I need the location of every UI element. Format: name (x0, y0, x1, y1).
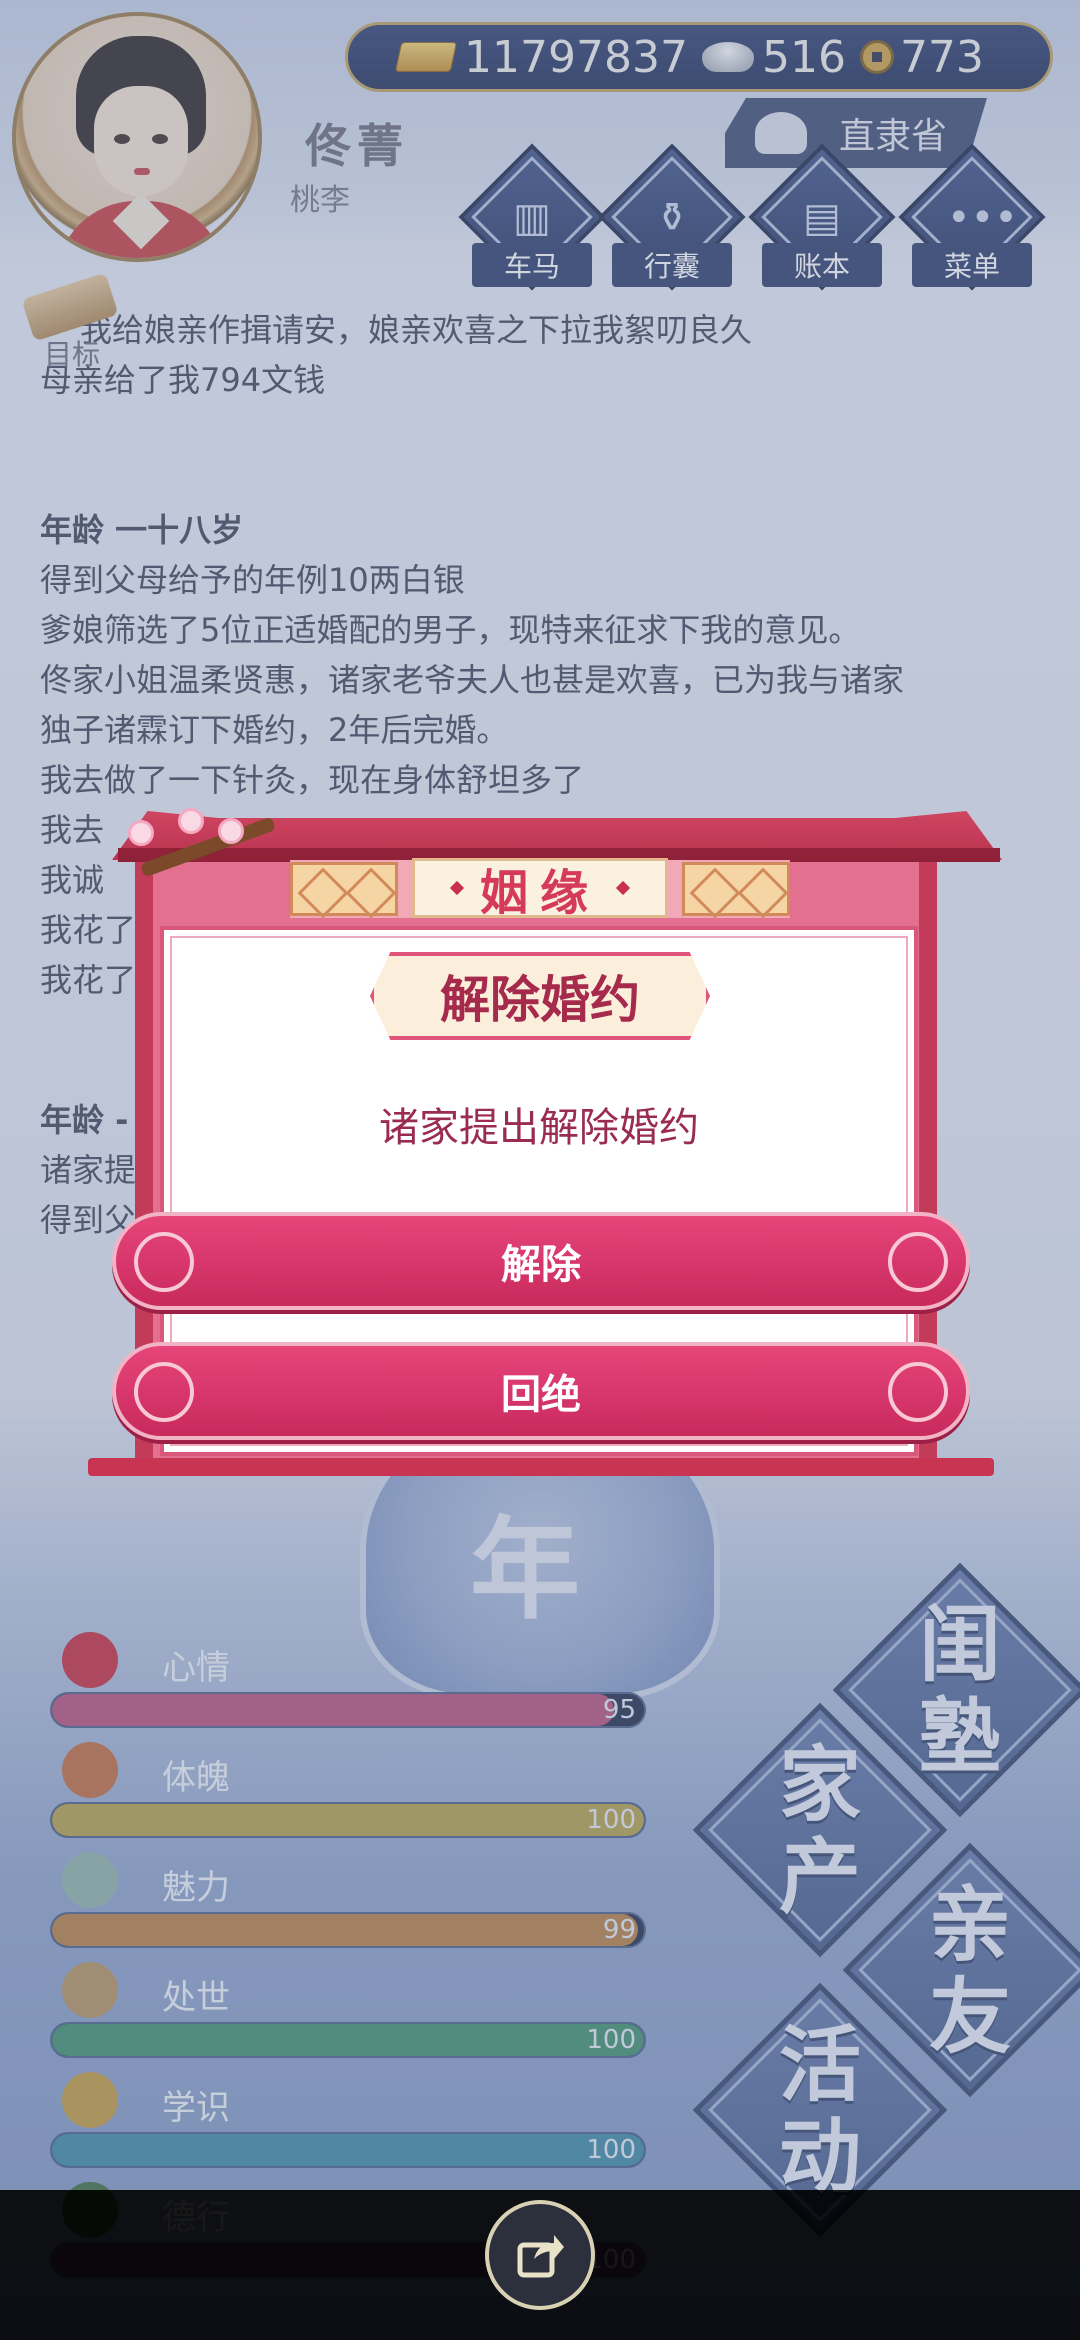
modal-message: 诸家提出解除婚约 (379, 1105, 699, 1151)
modal-base (88, 1458, 994, 1476)
blossom-icon (178, 808, 204, 834)
cloud-swirl-icon (888, 1232, 948, 1292)
cloud-swirl-icon (134, 1232, 194, 1292)
modal-category: 姻缘 (412, 858, 668, 921)
branch (139, 816, 277, 878)
blossom-icon (218, 818, 244, 844)
plum-blossom-decoration (118, 800, 278, 878)
blossom-icon (128, 820, 154, 846)
dissolve-label: 解除 (501, 1242, 581, 1288)
diamond-dot-icon (615, 880, 631, 896)
reject-label: 回绝 (501, 1372, 581, 1418)
modal-category-label: 姻缘 (479, 865, 600, 921)
dissolve-button[interactable]: 解除 (112, 1212, 970, 1310)
diamond-dot-icon (449, 880, 465, 896)
cloud-swirl-icon (134, 1362, 194, 1422)
game-screen: 佟菁 桃李 11797837 516 773 直隶省 ▥ 车马 ⚱ 行囊 ▤ 账… (0, 0, 1080, 2340)
share-button[interactable] (485, 2200, 595, 2310)
share-icon (517, 2235, 564, 2278)
lattice-pattern (290, 862, 398, 916)
modal-title: 解除婚约 (370, 952, 710, 1040)
lattice-pattern (682, 862, 790, 916)
reject-button[interactable]: 回绝 (112, 1342, 970, 1440)
cloud-swirl-icon (888, 1362, 948, 1422)
